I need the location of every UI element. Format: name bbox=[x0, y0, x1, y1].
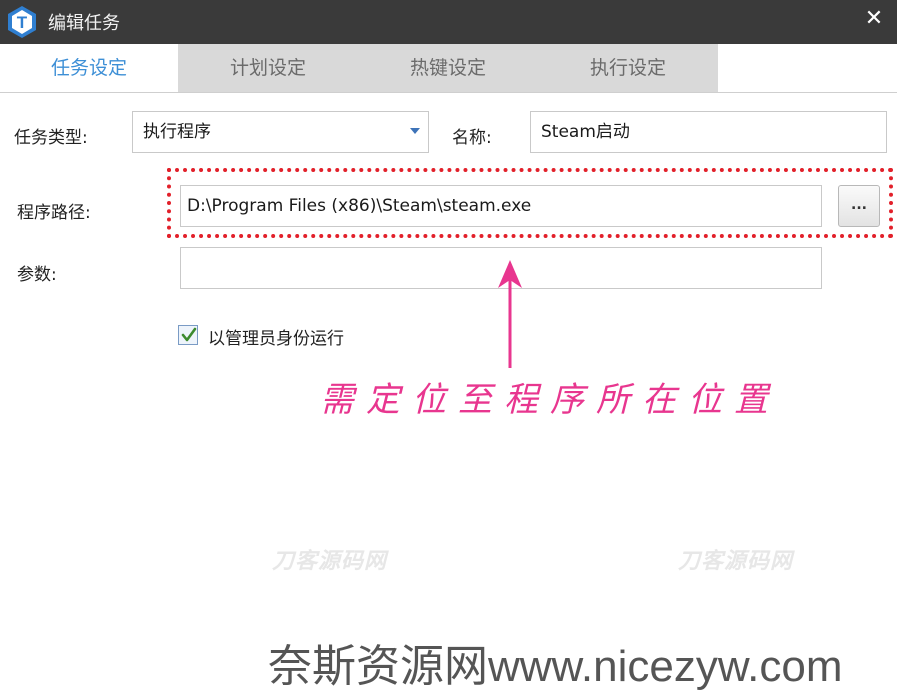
tab-bar: 任务设定 计划设定 热键设定 执行设定 bbox=[0, 44, 897, 93]
checkmark-icon bbox=[181, 327, 197, 342]
title-bar: T 编辑任务 ✕ bbox=[0, 0, 897, 44]
tab-hotkey-settings[interactable]: 热键设定 bbox=[358, 44, 538, 92]
run-as-admin-checkbox[interactable] bbox=[178, 325, 198, 345]
dropdown-caret-icon bbox=[410, 128, 420, 134]
annotation-text: 需定位至程序所在位置 bbox=[320, 380, 780, 420]
params-label: 参数: bbox=[17, 265, 57, 285]
run-as-admin-label: 以管理员身份运行 bbox=[208, 329, 344, 349]
arrow-up-icon bbox=[498, 260, 522, 368]
name-input[interactable]: Steam启动 bbox=[530, 111, 887, 153]
tab-execution-settings[interactable]: 执行设定 bbox=[538, 44, 718, 92]
tab-schedule-settings[interactable]: 计划设定 bbox=[178, 44, 358, 92]
watermark: 刀客源码网 bbox=[272, 549, 388, 574]
name-value: Steam启动 bbox=[541, 122, 630, 142]
task-type-select[interactable]: 执行程序 bbox=[132, 111, 429, 153]
window-title: 编辑任务 bbox=[48, 13, 120, 34]
path-label: 程序路径: bbox=[17, 203, 91, 223]
watermark: 刀客源码网 bbox=[678, 549, 794, 574]
task-type-label: 任务类型: bbox=[14, 128, 88, 148]
app-logo-icon: T bbox=[8, 6, 36, 38]
app-logo-letter: T bbox=[17, 13, 28, 32]
footer-watermark: 奈斯资源网www.nicezyw.com bbox=[268, 642, 843, 691]
highlight-box bbox=[167, 168, 893, 238]
close-icon[interactable]: ✕ bbox=[859, 4, 889, 34]
tab-task-settings[interactable]: 任务设定 bbox=[0, 44, 178, 92]
name-label: 名称: bbox=[452, 128, 492, 148]
task-type-value: 执行程序 bbox=[143, 122, 211, 142]
